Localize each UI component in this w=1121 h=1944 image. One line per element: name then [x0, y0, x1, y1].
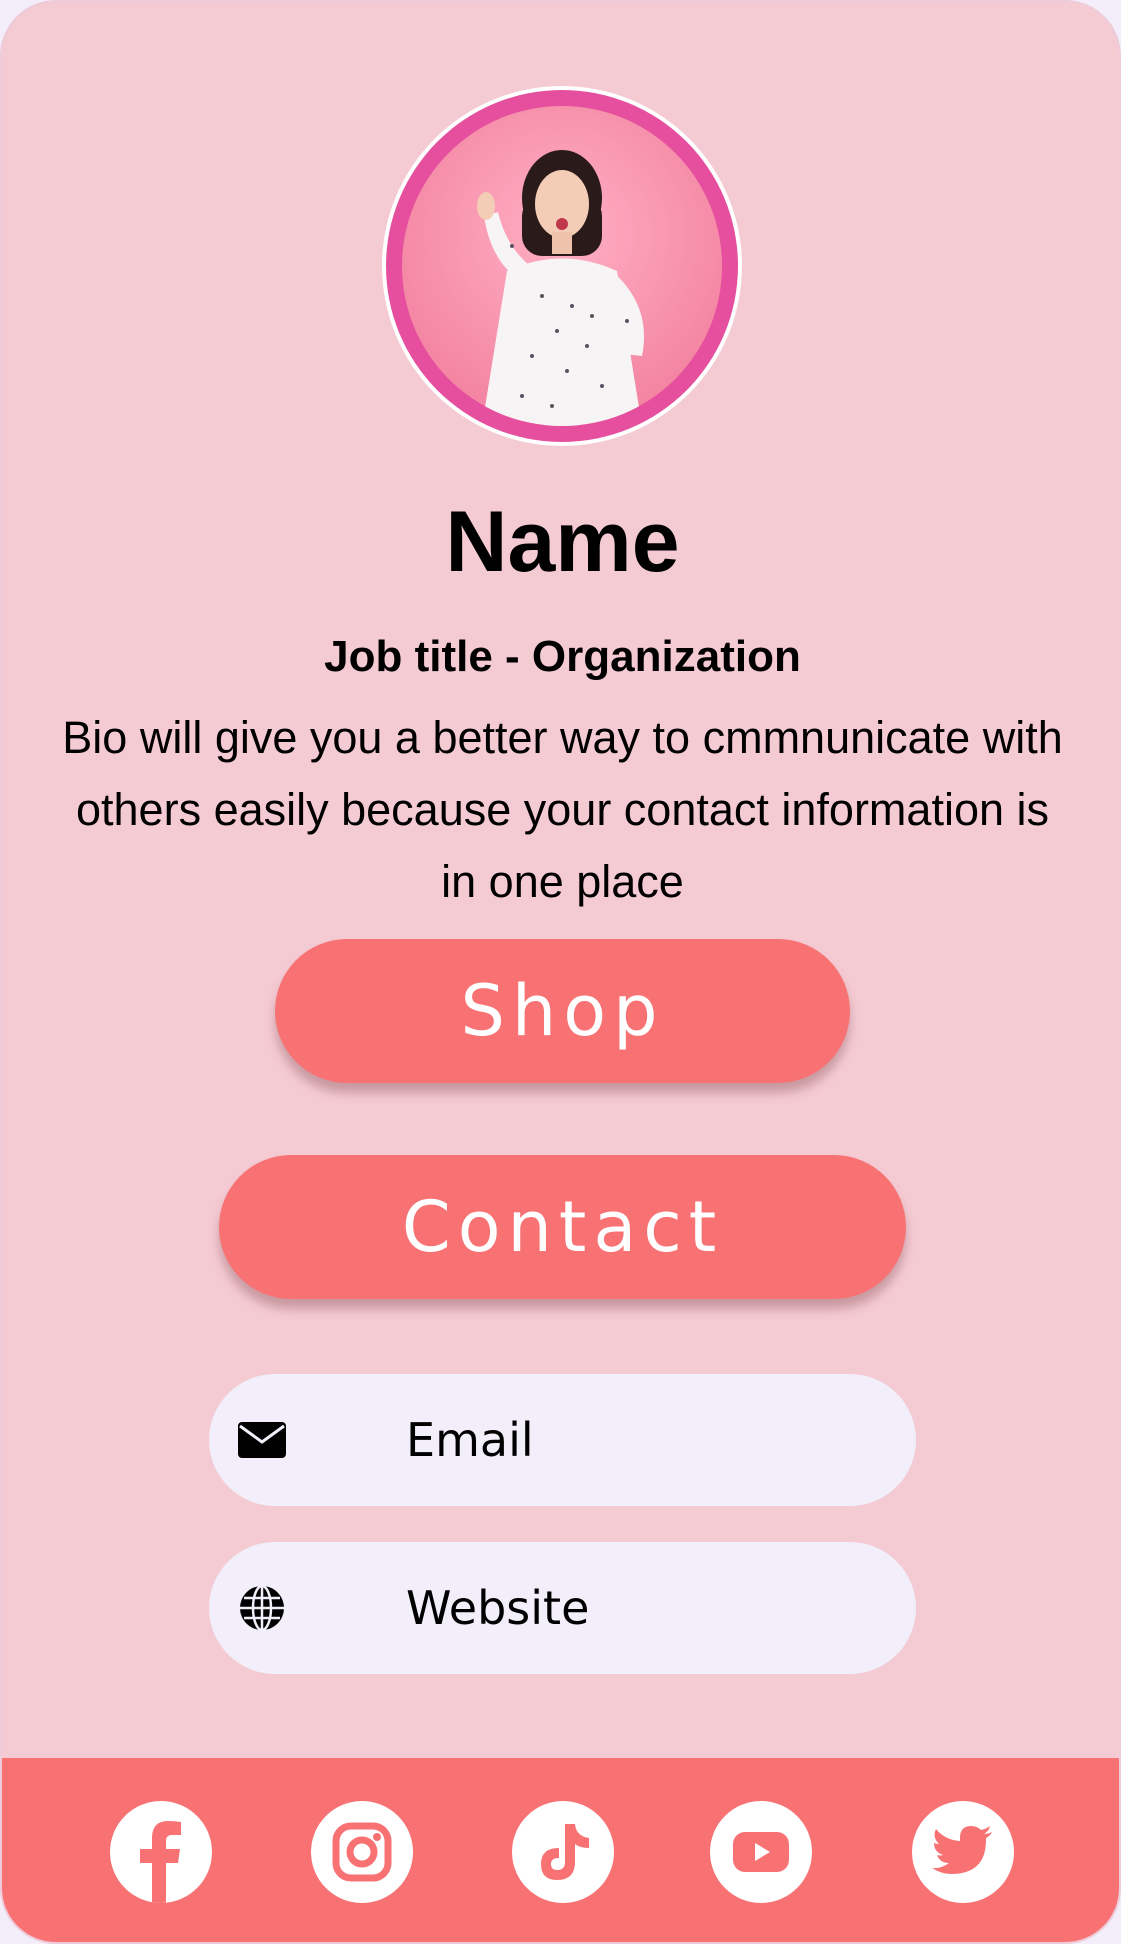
- shop-button[interactable]: Shop: [275, 939, 850, 1083]
- avatar-illustration: [477, 150, 644, 426]
- profile-name: Name: [445, 494, 680, 590]
- envelope-icon: [237, 1415, 287, 1465]
- bio-text: Bio will give you a better way to cmmnun…: [62, 712, 1063, 907]
- contact-button[interactable]: Contact: [219, 1155, 906, 1299]
- job-title: Job title - Organization: [324, 632, 801, 681]
- profile-card: Name Job title - Organization Bio will g…: [0, 0, 1121, 1944]
- youtube-icon[interactable]: [710, 1801, 812, 1903]
- globe-icon: [237, 1583, 287, 1633]
- twitter-icon[interactable]: [912, 1801, 1014, 1903]
- website-label: Website: [406, 1581, 590, 1635]
- website-link[interactable]: Website: [209, 1542, 916, 1674]
- instagram-icon[interactable]: [311, 1801, 413, 1903]
- avatar-photo: [402, 106, 722, 426]
- email-label: Email: [406, 1413, 534, 1467]
- tiktok-icon[interactable]: [512, 1801, 614, 1903]
- avatar: [382, 86, 742, 446]
- facebook-icon[interactable]: [110, 1801, 212, 1903]
- social-footer: [2, 1758, 1119, 1942]
- email-link[interactable]: Email: [209, 1374, 916, 1506]
